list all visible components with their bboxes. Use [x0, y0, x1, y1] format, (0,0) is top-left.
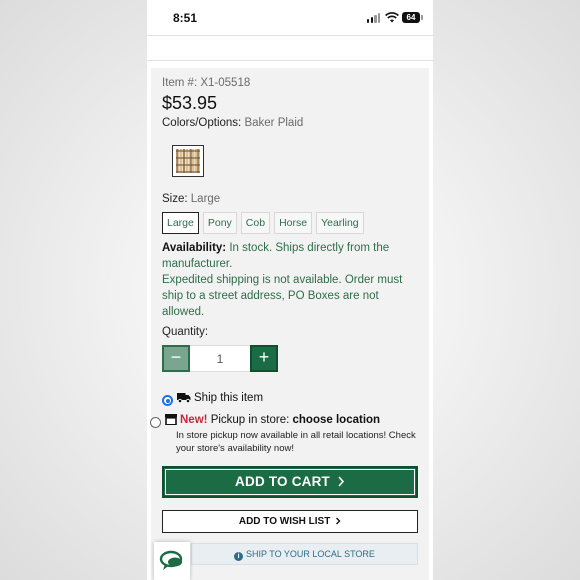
truck-icon	[177, 393, 191, 403]
quantity-label: Quantity:	[162, 326, 209, 338]
shipping-note: Expedited shipping is not available. Ord…	[162, 274, 403, 318]
new-badge: New!	[180, 414, 208, 426]
price: $53.95	[162, 93, 218, 113]
wifi-icon	[385, 12, 399, 23]
ship-to-local-store-label: SHIP TO YOUR LOCAL STORE	[246, 549, 375, 559]
add-to-wishlist-button[interactable]: ADD TO WISH LIST	[162, 510, 418, 533]
size-option-pony[interactable]: Pony	[202, 212, 237, 234]
item-number: Item #: X1-05518	[162, 77, 250, 89]
chat-bubbles-icon	[159, 550, 183, 570]
colors-label: Colors/Options:	[162, 117, 242, 129]
item-number-label: Item #:	[162, 77, 198, 89]
colors-options: Colors/Options: Baker Plaid	[162, 117, 303, 129]
chat-widget[interactable]	[154, 542, 190, 580]
size-option-yearling[interactable]: Yearling	[316, 212, 364, 234]
status-time: 8:51	[173, 11, 198, 25]
choose-location-link[interactable]: choose location	[293, 414, 381, 426]
battery-icon: 64	[402, 12, 423, 23]
add-to-cart-label: ADD TO CART	[235, 474, 330, 489]
add-to-cart-button[interactable]: ADD TO CART	[162, 466, 418, 498]
pickup-note: In store pickup now available in all ret…	[176, 430, 416, 454]
divider	[147, 60, 433, 61]
size-options: Large Pony Cob Horse Yearling	[162, 212, 364, 234]
availability-label: Availability:	[162, 242, 227, 254]
phone-screen: 8:51 64 Item #: X1-05518 $53.95 Colors/O…	[147, 0, 433, 580]
color-swatch-baker-plaid[interactable]	[172, 145, 204, 177]
quantity-input[interactable]: 1	[190, 345, 250, 372]
availability: Availability: In stock. Ships directly f…	[162, 240, 418, 320]
ship-item-label: Ship this item	[194, 392, 264, 404]
pickup-radio[interactable]	[150, 417, 161, 428]
size-heading: Size: Large	[162, 193, 220, 205]
pickup-option[interactable]: New! Pickup in store: choose location	[165, 414, 380, 426]
item-number-value: X1-05518	[200, 77, 251, 89]
size-label: Size:	[162, 193, 188, 205]
size-option-horse[interactable]: Horse	[274, 212, 313, 234]
size-option-cob[interactable]: Cob	[240, 212, 271, 234]
product-panel: Item #: X1-05518 $53.95 Colors/Options: …	[150, 68, 429, 580]
plaid-swatch-image	[176, 149, 200, 173]
status-bar: 8:51 64	[147, 0, 433, 36]
colors-value: Baker Plaid	[244, 117, 304, 129]
cellular-signal-icon	[367, 13, 381, 23]
size-value: Large	[190, 193, 221, 205]
ship-item-option[interactable]: Ship this item	[177, 392, 263, 404]
chevron-right-icon	[338, 476, 345, 487]
quantity-decrease-button[interactable]: −	[162, 345, 190, 372]
pickup-label: Pickup in store:	[210, 414, 290, 426]
ship-item-radio[interactable]	[162, 395, 173, 406]
info-icon: i	[234, 552, 244, 561]
chevron-right-icon	[336, 517, 341, 524]
store-icon	[165, 414, 177, 425]
add-to-wishlist-label: ADD TO WISH LIST	[238, 516, 331, 527]
quantity-increase-button[interactable]: +	[250, 345, 278, 372]
size-option-large[interactable]: Large	[162, 212, 199, 234]
divider	[147, 35, 433, 36]
ship-to-local-store-button[interactable]: i SHIP TO YOUR LOCAL STORE	[191, 543, 418, 565]
